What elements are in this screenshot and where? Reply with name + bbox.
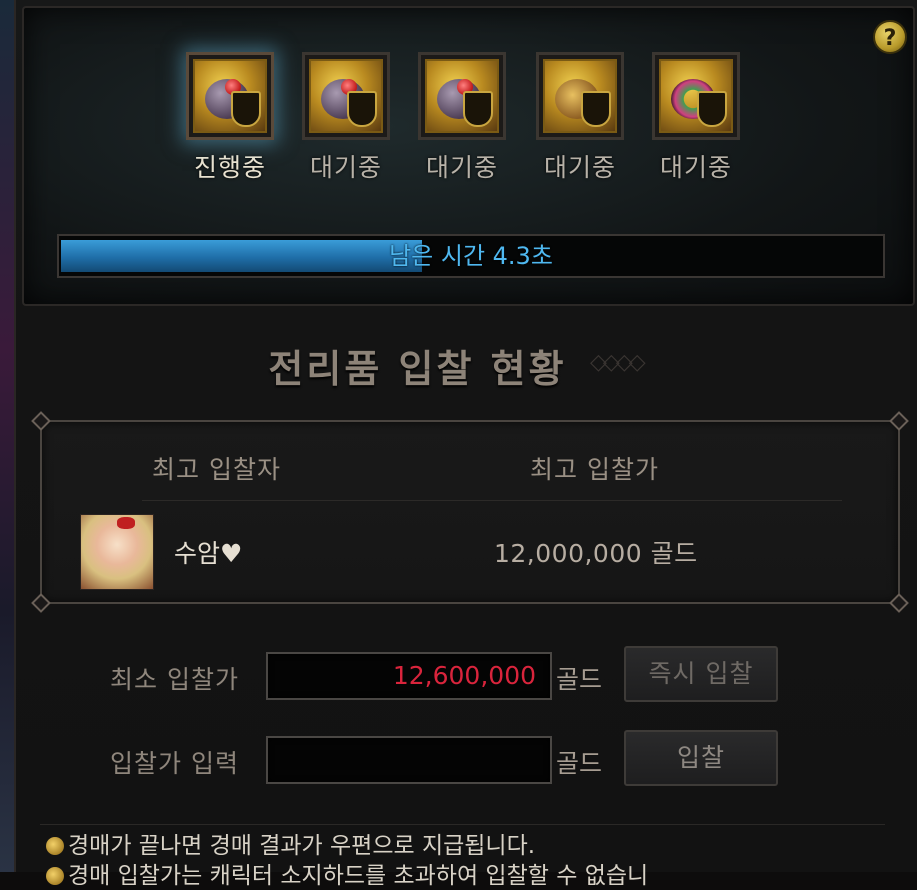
loot-item-1[interactable]: 진행중 xyxy=(182,52,278,184)
notice-line: 경매 입찰가는 캐릭터 소지하드를 초과하여 입찰할 수 없습니 xyxy=(46,856,648,890)
loot-item-frame xyxy=(186,52,274,140)
corner-ornament-icon xyxy=(31,593,51,613)
time-remaining-bar: 남은 시간 4.3초 xyxy=(57,234,885,278)
avatar xyxy=(80,514,154,590)
loot-item-frame xyxy=(652,52,740,140)
instant-bid-button[interactable]: 즉시 입찰 xyxy=(624,646,778,702)
notice-line: 경매가 끝나면 경매 결과가 우편으로 지급됩니다. xyxy=(46,826,535,860)
loot-items-row: 진행중 대기중 대기중 대기중 대기중 xyxy=(182,52,782,212)
divider xyxy=(40,824,885,825)
loot-item-frame xyxy=(536,52,624,140)
corner-ornament-icon xyxy=(889,411,909,431)
divider xyxy=(142,500,842,501)
highest-bid-amount: 12,000,000 골드 xyxy=(494,539,698,568)
bid-amount-input[interactable] xyxy=(268,738,550,782)
corner-ornament-icon xyxy=(889,593,909,613)
loot-item-status: 대기중 xyxy=(425,153,498,182)
highest-bidder-header: 최고 입찰자 xyxy=(152,455,281,484)
bullet-icon xyxy=(46,837,64,855)
loot-item-status: 대기중 xyxy=(309,153,382,182)
loot-item-4[interactable]: 대기중 xyxy=(532,52,628,184)
help-icon[interactable]: ? xyxy=(873,20,907,54)
title-ornament-icon: ◇◇◇◇ xyxy=(590,350,646,375)
loot-item-status: 대기중 xyxy=(543,153,616,182)
min-bid-value: 12,600,000 xyxy=(392,661,536,690)
min-bid-label: 최소 입찰가 xyxy=(110,665,239,694)
highest-bid-header: 최고 입찰가 xyxy=(530,455,659,484)
helmet-crest-item-icon xyxy=(425,59,499,133)
helmet-crest-item-icon xyxy=(309,59,383,133)
left-edge-decoration xyxy=(0,0,16,872)
ring-crest-item-icon xyxy=(659,59,733,133)
loot-item-5[interactable]: 대기중 xyxy=(648,52,744,184)
helmet-crest-item-icon xyxy=(193,59,267,133)
bid-input-unit: 골드 xyxy=(556,749,603,778)
loot-item-status: 진행중 xyxy=(193,153,266,182)
min-bid-unit: 골드 xyxy=(556,665,603,694)
loot-item-2[interactable]: 대기중 xyxy=(298,52,394,184)
bid-input-label: 입찰가 입력 xyxy=(110,749,239,778)
auction-window: ? 진행중 대기중 대기중 대기중 대기중 남은 시간 4.3초 전리품 입찰 … xyxy=(0,0,917,889)
bullet-icon xyxy=(46,867,64,885)
loot-item-status: 대기중 xyxy=(659,153,732,182)
bid-amount-field[interactable] xyxy=(266,736,552,784)
corner-ornament-icon xyxy=(31,411,51,431)
bid-status-panel: 최고 입찰자 최고 입찰가 수암♥ 12,000,000 골드 xyxy=(31,411,909,613)
loot-item-frame xyxy=(302,52,390,140)
loot-item-frame xyxy=(418,52,506,140)
bid-button[interactable]: 입찰 xyxy=(624,730,778,786)
section-title: 전리품 입찰 현황 xyxy=(268,347,567,391)
min-bid-field: 12,600,000 xyxy=(266,652,552,700)
loot-item-3[interactable]: 대기중 xyxy=(414,52,510,184)
loot-queue-panel: ? 진행중 대기중 대기중 대기중 대기중 남은 시간 4.3초 xyxy=(22,6,915,306)
time-remaining-text: 남은 시간 4.3초 xyxy=(389,242,553,270)
shell-crest-item-icon xyxy=(543,59,617,133)
highest-bidder-name: 수암♥ xyxy=(174,539,243,568)
